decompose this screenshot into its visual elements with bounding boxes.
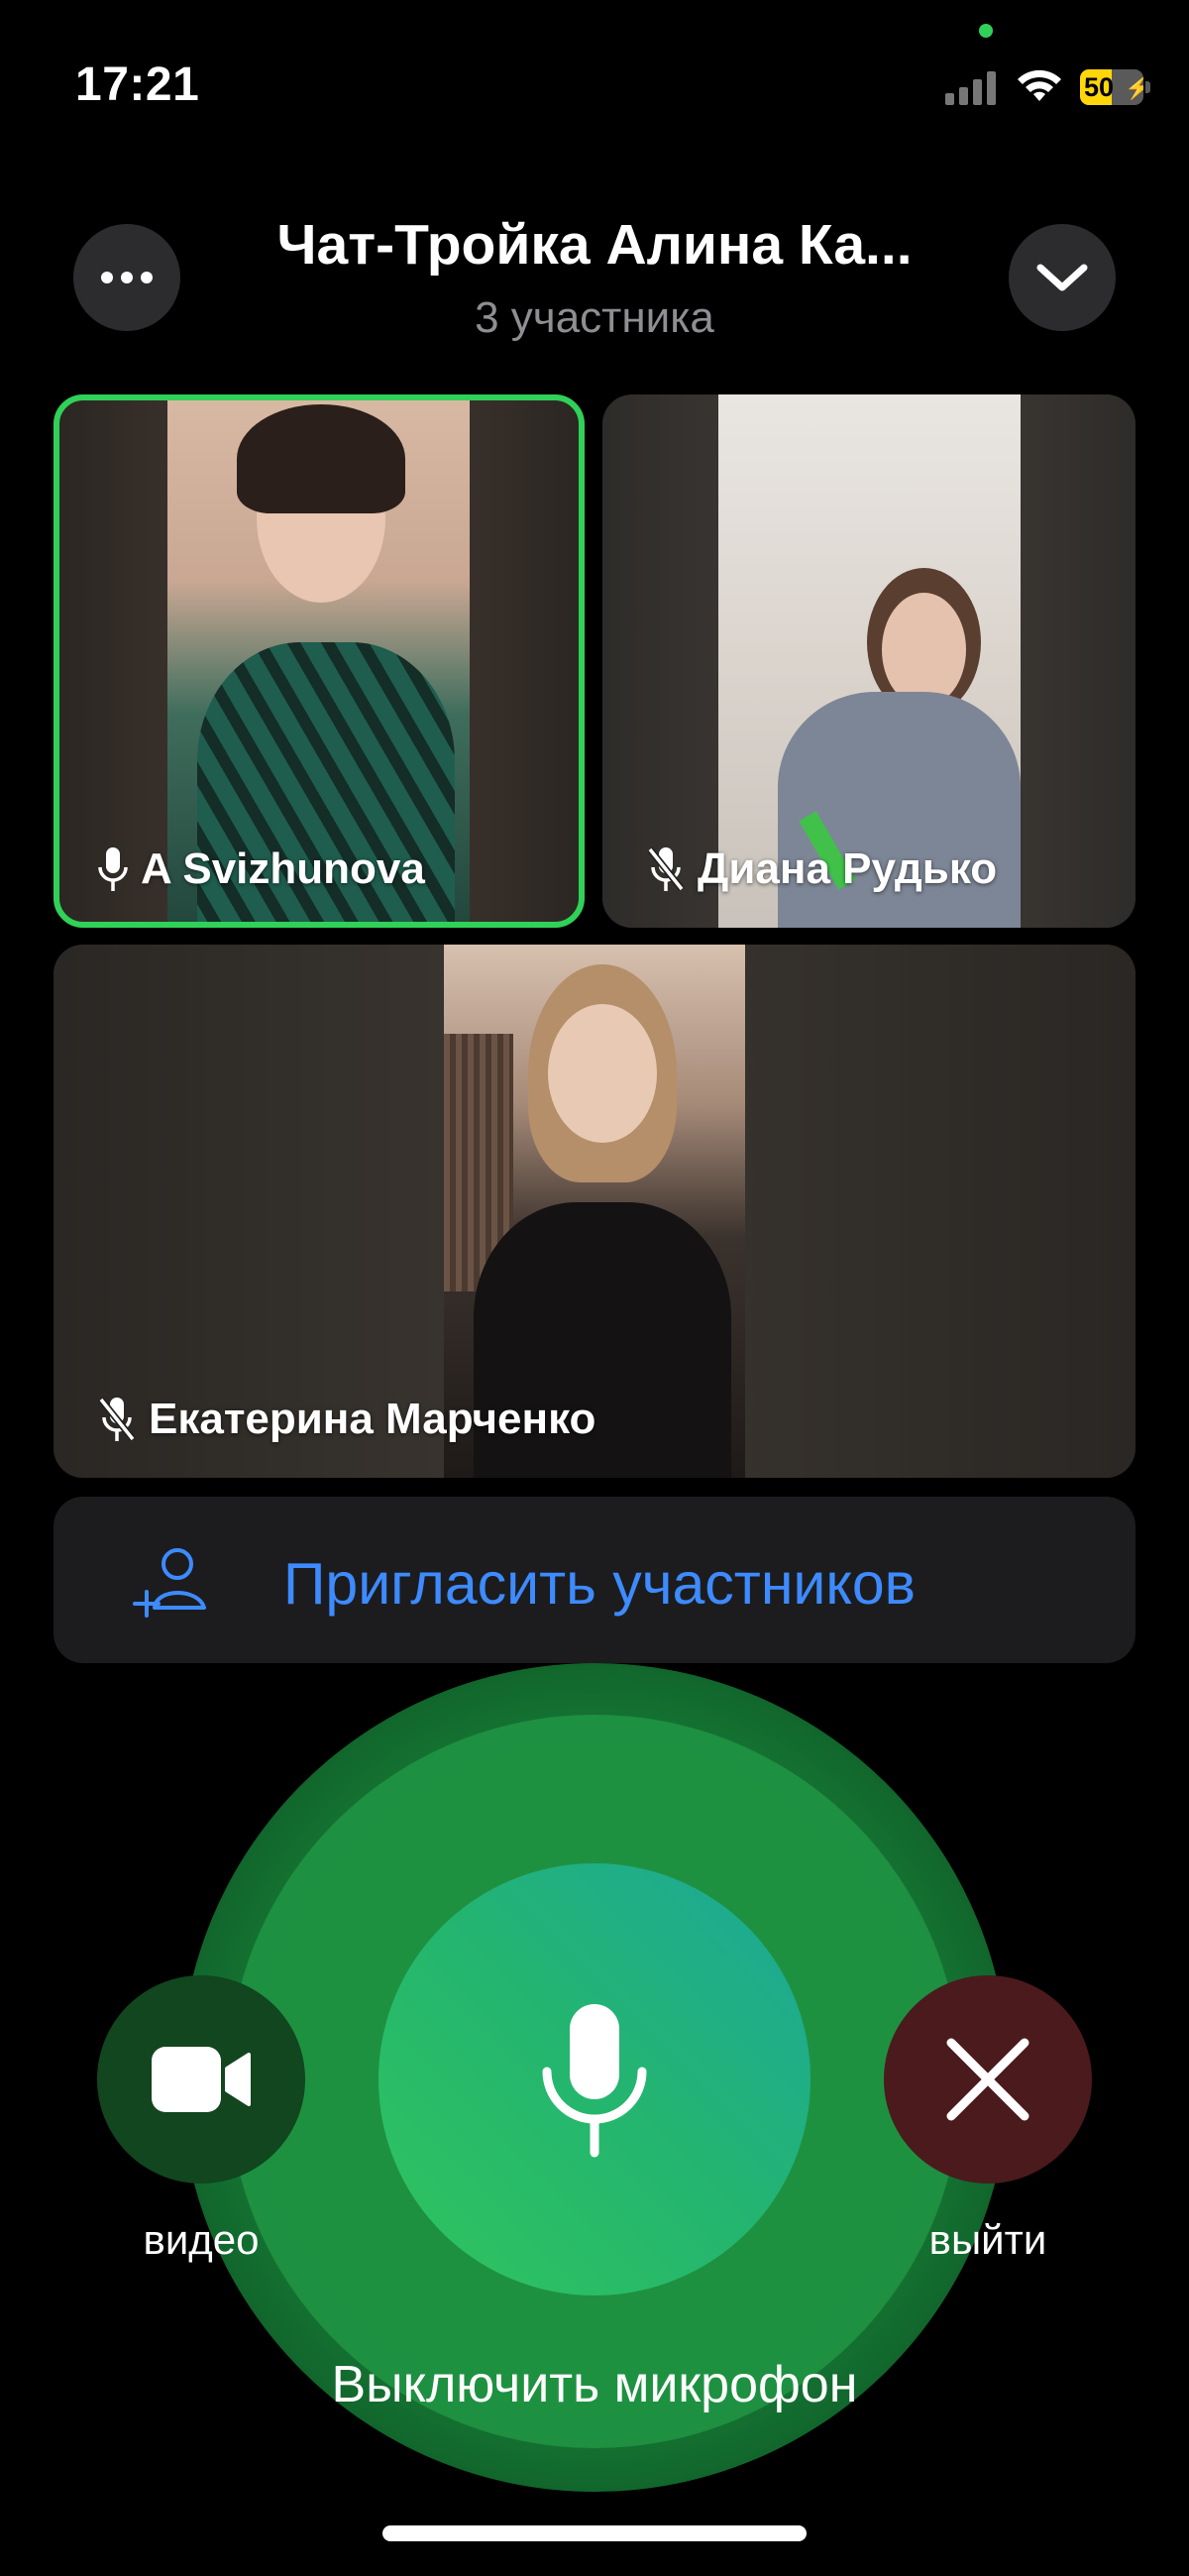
video-camera-icon: [152, 2047, 251, 2112]
invite-participants-button[interactable]: Пригласить участников: [54, 1497, 1135, 1663]
home-indicator[interactable]: [382, 2525, 807, 2541]
privacy-indicator-dot: [979, 24, 993, 38]
battery-icon: 50 ⚡: [1080, 69, 1151, 105]
video-toggle-button[interactable]: [97, 1975, 305, 2184]
status-bar: 17:21 50 ⚡: [0, 0, 1189, 149]
participant-name-label: Диана Рудько: [646, 844, 997, 894]
add-person-icon: [133, 1548, 206, 1618]
participant-name: Екатерина Марченко: [149, 1395, 596, 1443]
microphone-icon: [542, 2004, 647, 2158]
call-title: Чат-Тройка Алина Ка...: [276, 213, 913, 277]
status-time: 17:21: [75, 58, 200, 111]
battery-level: 50: [1084, 72, 1115, 102]
participant-name-label: Екатерина Марченко: [97, 1395, 595, 1444]
chevron-down-icon: [1036, 264, 1088, 291]
more-options-button[interactable]: [73, 224, 180, 331]
leave-button-label: выйти: [928, 2216, 1047, 2263]
leave-call-button[interactable]: [884, 1975, 1092, 2184]
close-icon: [946, 2038, 1029, 2121]
ellipsis-icon: [101, 272, 153, 283]
active-speaker-indicator: [54, 394, 585, 928]
video-button-label: видео: [143, 2216, 260, 2263]
mute-microphone-button[interactable]: [378, 1863, 811, 2296]
microphone-muted-icon: [98, 1397, 136, 1442]
cellular-signal-icon: [945, 69, 997, 105]
participant-tile[interactable]: Екатерина Марченко: [54, 945, 1135, 1478]
mute-microphone-label: Выключить микрофон: [331, 2356, 858, 2413]
charging-bolt-icon: ⚡: [1125, 75, 1143, 100]
participant-tile[interactable]: Диана Рудько: [602, 394, 1135, 928]
microphone-muted-icon: [647, 846, 685, 892]
participant-count: 3 участника: [475, 293, 714, 342]
wifi-icon: [1018, 69, 1061, 101]
collapse-call-button[interactable]: [1009, 224, 1116, 331]
participant-name: Диана Рудько: [698, 844, 998, 893]
invite-participants-label: Пригласить участников: [283, 1551, 916, 1617]
